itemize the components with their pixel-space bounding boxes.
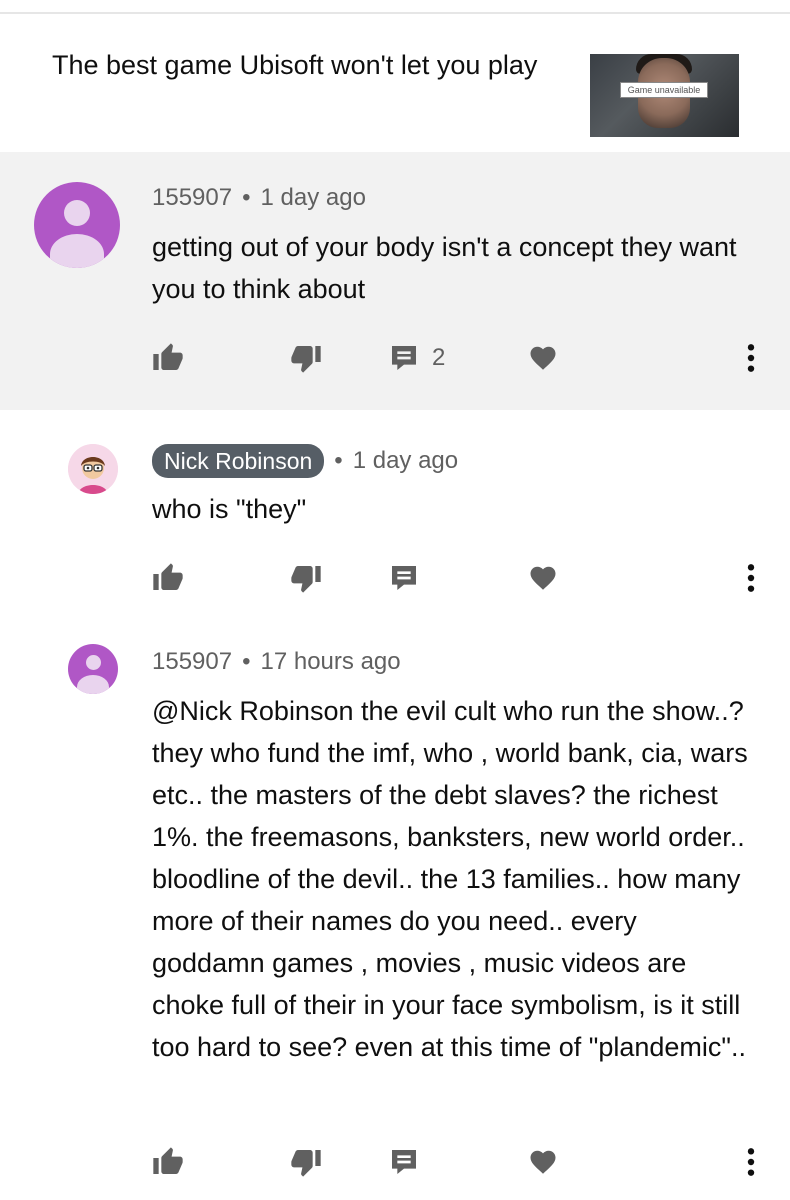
heart-button[interactable] (528, 1142, 558, 1182)
comment-highlighted: 155907 • 1 day ago getting out of your b… (0, 152, 790, 410)
more-icon (747, 1148, 755, 1176)
comment-text: @Nick Robinson the evil cult who run the… (152, 696, 748, 1062)
comment-meta: Nick Robinson • 1 day ago (152, 444, 458, 478)
reply-icon (392, 1150, 416, 1174)
video-header[interactable]: The best game Ubisoft won't let you play… (0, 14, 790, 152)
comment-text: getting out of your body isn't a concept… (152, 232, 737, 304)
meta-separator: • (242, 648, 251, 675)
avatar[interactable] (34, 182, 120, 268)
comment-time[interactable]: 1 day ago (261, 184, 366, 212)
comment-actions (0, 558, 790, 598)
comment-time[interactable]: 1 day ago (353, 447, 458, 475)
dislike-icon (291, 1150, 321, 1177)
avatar[interactable] (68, 444, 118, 494)
reply-button[interactable] (388, 1142, 420, 1182)
reply-comment: Nick Robinson • 1 day ago who is "they" (0, 410, 790, 630)
like-button[interactable] (152, 338, 184, 378)
reply-icon (392, 566, 416, 590)
comment-author[interactable]: 155907 (152, 648, 232, 676)
like-button[interactable] (152, 1142, 184, 1182)
comment-author-chip[interactable]: Nick Robinson (152, 444, 325, 478)
like-icon (153, 343, 183, 370)
dislike-button[interactable] (290, 1142, 322, 1182)
avatar[interactable] (68, 644, 118, 694)
like-button[interactable] (152, 558, 184, 598)
more-button[interactable] (744, 1142, 758, 1182)
more-icon (747, 564, 755, 592)
reply-comment: 155907 • 17 hours ago @Nick Robinson the… (0, 630, 790, 1200)
reply-icon (392, 346, 416, 370)
dislike-icon (291, 566, 321, 593)
comment-text: who is "they" (152, 494, 307, 524)
reply-button[interactable]: 2 (388, 338, 445, 378)
more-button[interactable] (744, 338, 758, 378)
heart-icon (530, 566, 556, 590)
comment-meta: 155907 • 17 hours ago (152, 648, 401, 676)
dislike-button[interactable] (290, 338, 322, 378)
heart-icon (530, 1150, 556, 1174)
meta-separator: • (334, 447, 343, 474)
video-title[interactable]: The best game Ubisoft won't let you play (52, 46, 542, 84)
more-button[interactable] (744, 558, 758, 598)
cartoon-avatar-icon (68, 444, 118, 494)
heart-button[interactable] (528, 558, 558, 598)
dislike-icon (291, 346, 321, 373)
video-thumbnail[interactable]: Game unavailable (590, 54, 739, 137)
comment-time[interactable]: 17 hours ago (261, 648, 401, 676)
comment-actions: 2 (0, 338, 790, 378)
thumbnail-badge: Game unavailable (620, 82, 708, 98)
comment-author[interactable]: 155907 (152, 184, 232, 212)
reply-button[interactable] (388, 558, 420, 598)
heart-button[interactable] (528, 338, 558, 378)
dislike-button[interactable] (290, 558, 322, 598)
meta-separator: • (242, 184, 251, 211)
like-icon (153, 563, 183, 590)
more-icon (747, 344, 755, 372)
like-icon (153, 1147, 183, 1174)
comment-meta: 155907 • 1 day ago (152, 184, 366, 212)
heart-icon (530, 346, 556, 370)
reply-count[interactable]: 2 (432, 344, 445, 372)
comment-actions (0, 1142, 790, 1182)
